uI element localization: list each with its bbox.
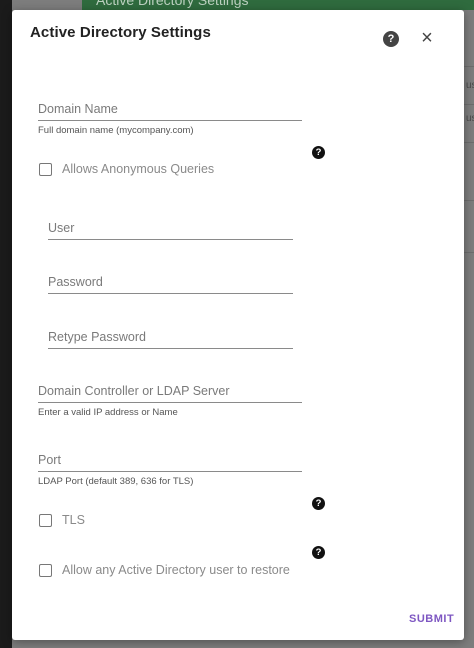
domain-name-label: Domain Name bbox=[38, 102, 118, 116]
user-input[interactable]: User bbox=[48, 219, 293, 241]
backdrop-row-divider bbox=[464, 104, 474, 105]
backdrop-dark-strip bbox=[0, 0, 12, 648]
submit-button[interactable]: SUBMIT bbox=[409, 613, 454, 625]
allow-any-user-checkbox-row[interactable]: Allow any Active Directory user to resto… bbox=[39, 563, 299, 578]
allow-any-user-checkbox[interactable] bbox=[39, 564, 52, 577]
backdrop-header-text: Active Directory Settings bbox=[96, 0, 249, 8]
backdrop-row-divider bbox=[464, 252, 474, 253]
password-underline bbox=[48, 293, 293, 294]
backdrop-header-bar: Active Directory Settings bbox=[82, 0, 474, 10]
tls-checkbox-row[interactable]: TLS bbox=[39, 513, 119, 528]
domain-controller-input[interactable]: Domain Controller or LDAP Server bbox=[38, 382, 302, 404]
dialog-title: Active Directory Settings bbox=[30, 24, 211, 41]
port-underline bbox=[38, 471, 302, 472]
domain-controller-underline bbox=[38, 402, 302, 403]
backdrop-cell: us bbox=[466, 113, 474, 124]
active-directory-dialog: Active Directory Settings ? × Domain Nam… bbox=[12, 10, 464, 640]
tls-label: TLS bbox=[62, 513, 85, 527]
allow-anonymous-checkbox-row[interactable]: Allows Anonymous Queries bbox=[39, 162, 299, 177]
backdrop-cell: us bbox=[466, 80, 474, 91]
user-underline bbox=[48, 239, 293, 240]
retype-password-input[interactable]: Retype Password bbox=[48, 328, 293, 350]
password-label: Password bbox=[48, 275, 103, 289]
retype-password-underline bbox=[48, 348, 293, 349]
allow-anonymous-checkbox[interactable] bbox=[39, 163, 52, 176]
allow-anonymous-label: Allows Anonymous Queries bbox=[62, 162, 215, 176]
port-hint: LDAP Port (default 389, 636 for TLS) bbox=[38, 476, 194, 487]
help-icon[interactable]: ? bbox=[383, 31, 399, 47]
user-label: User bbox=[48, 221, 75, 235]
tls-checkbox[interactable] bbox=[39, 514, 52, 527]
retype-password-label: Retype Password bbox=[48, 330, 146, 344]
domain-name-underline bbox=[38, 120, 302, 121]
allow-any-user-label: Allow any Active Directory user to resto… bbox=[62, 563, 290, 577]
allow-any-user-help-icon[interactable]: ? bbox=[312, 546, 325, 559]
password-input[interactable]: Password bbox=[48, 273, 293, 295]
port-input[interactable]: Port bbox=[38, 451, 302, 473]
tls-help-icon[interactable]: ? bbox=[312, 497, 325, 510]
backdrop-row-divider bbox=[464, 200, 474, 201]
domain-name-hint: Full domain name (mycompany.com) bbox=[38, 125, 194, 136]
close-icon[interactable]: × bbox=[418, 28, 436, 48]
port-label: Port bbox=[38, 453, 61, 467]
domain-controller-hint: Enter a valid IP address or Name bbox=[38, 407, 178, 418]
allow-anonymous-help-icon[interactable]: ? bbox=[312, 146, 325, 159]
backdrop-row-divider bbox=[464, 142, 474, 143]
domain-controller-label: Domain Controller or LDAP Server bbox=[38, 384, 230, 398]
backdrop-row-divider bbox=[464, 66, 474, 67]
domain-name-input[interactable]: Domain Name bbox=[38, 100, 302, 122]
